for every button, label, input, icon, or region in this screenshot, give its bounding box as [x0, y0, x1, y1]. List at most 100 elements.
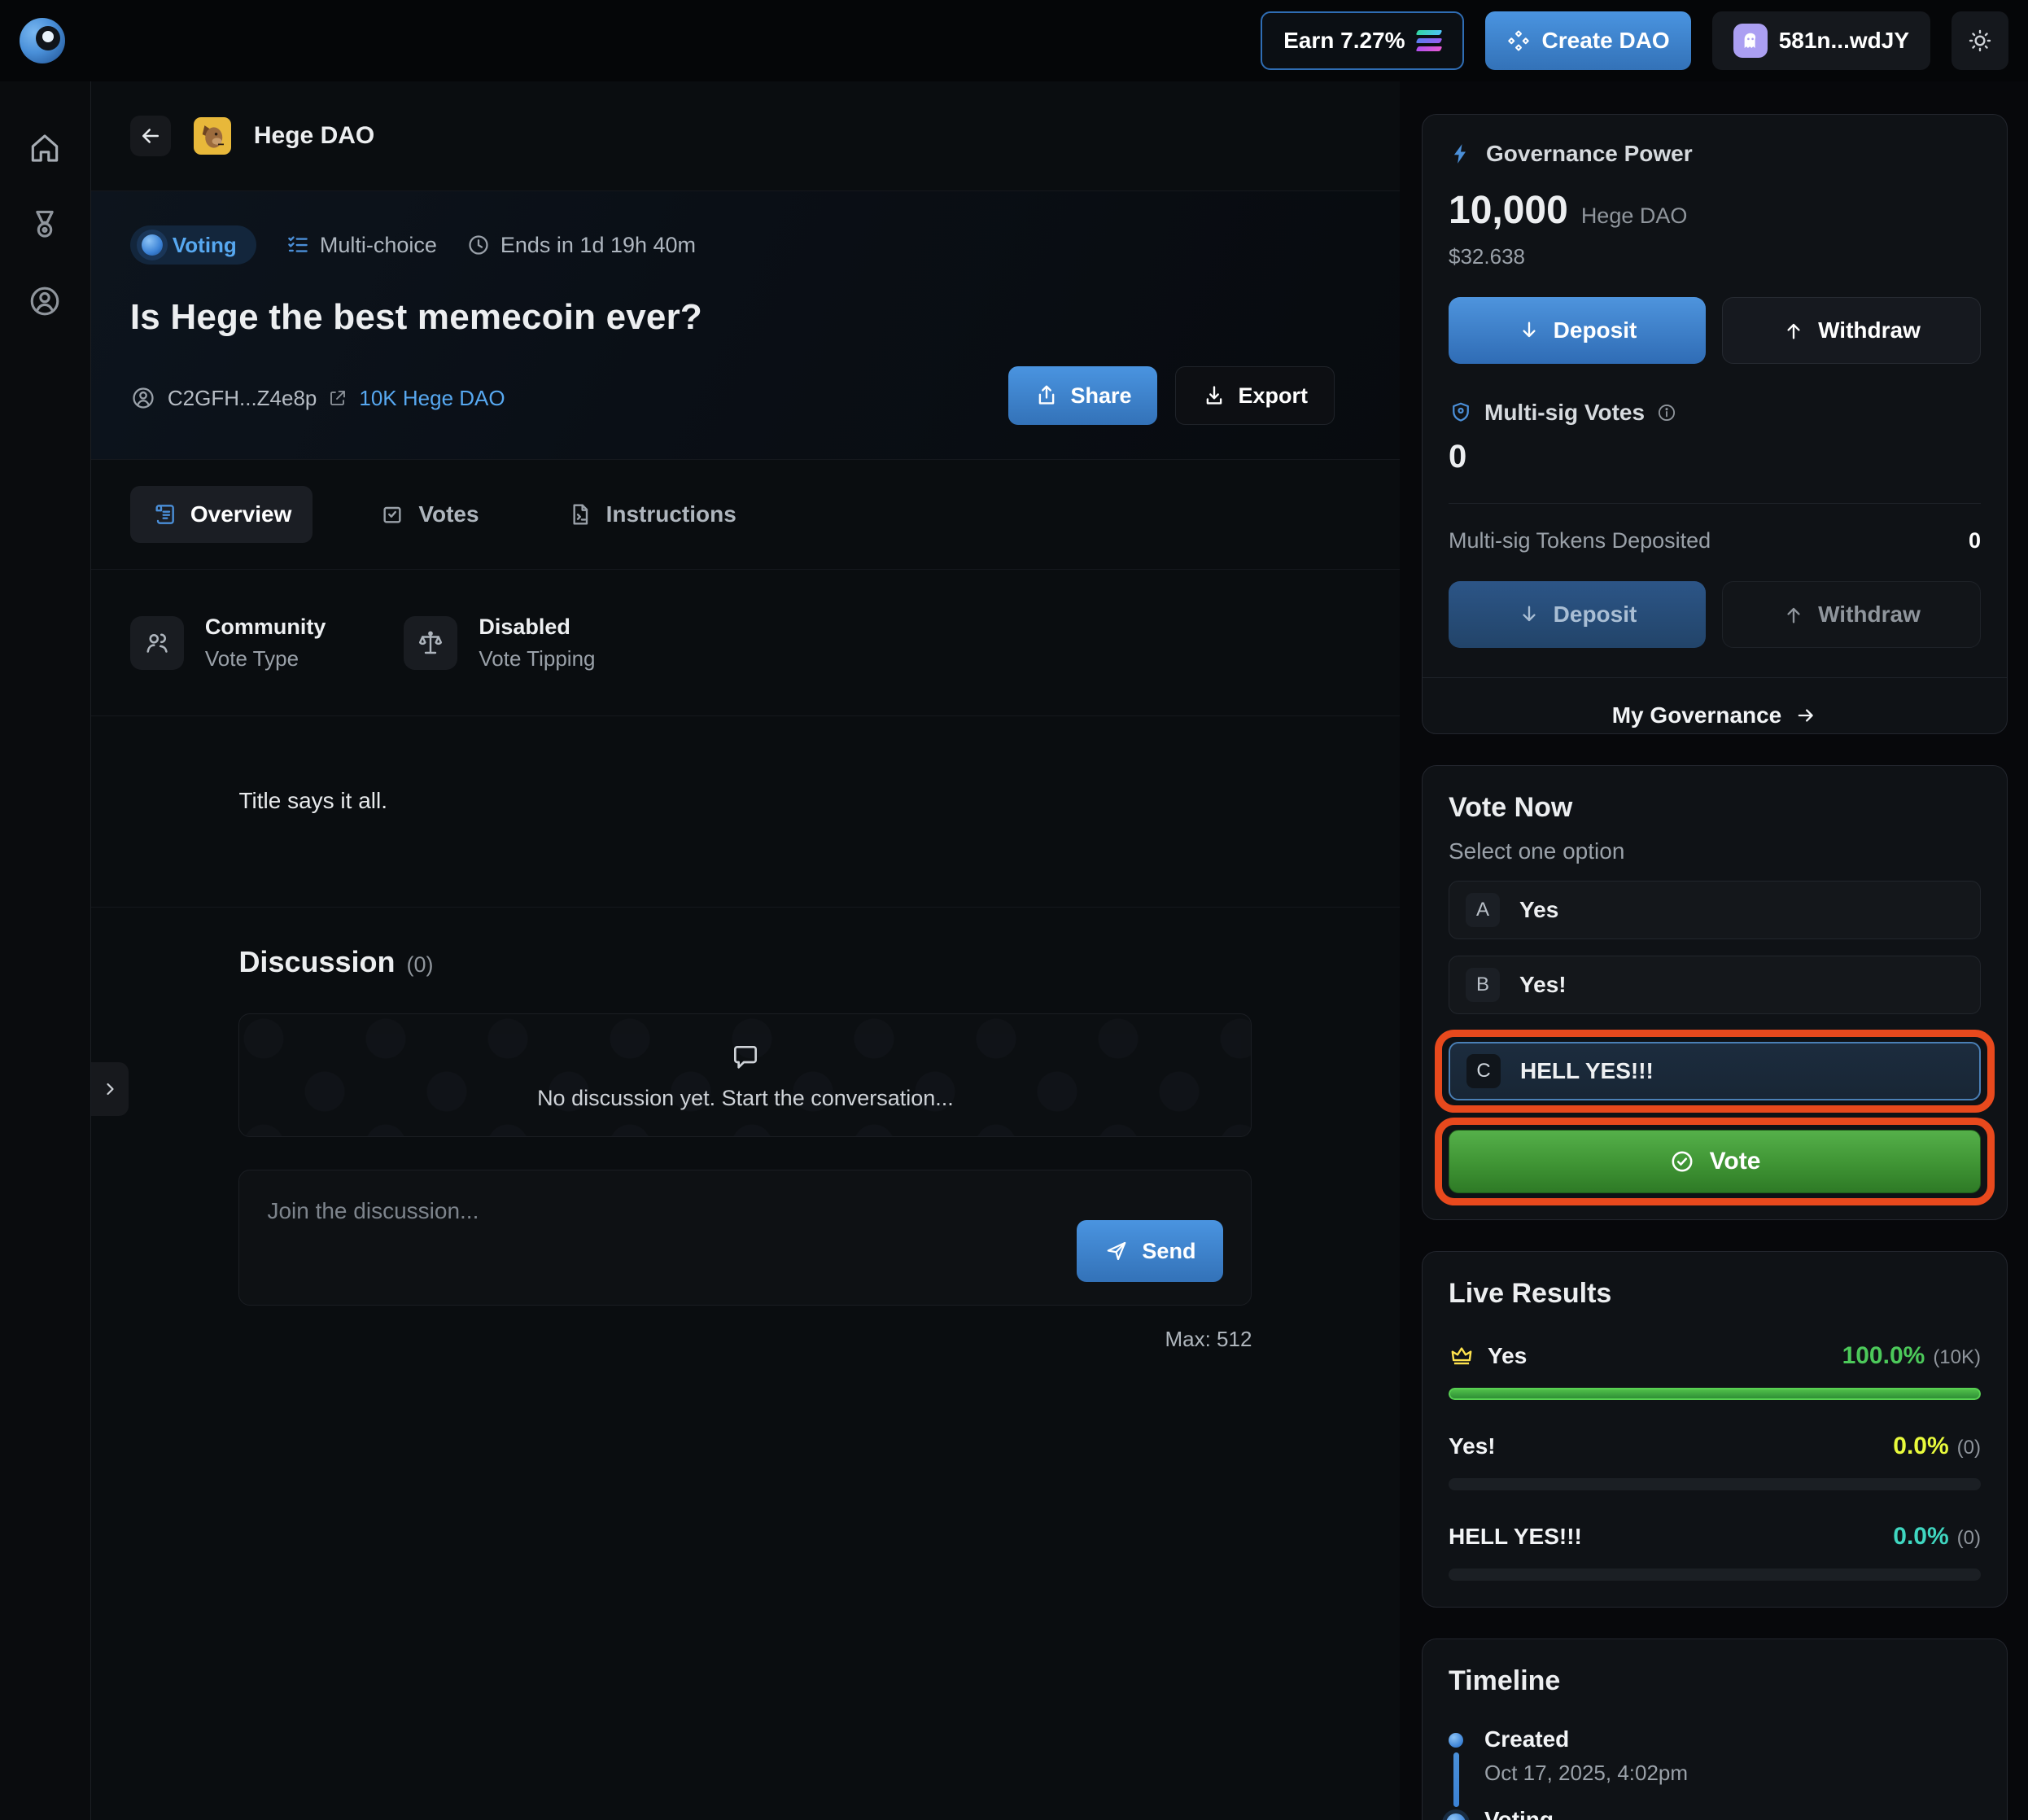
community-icon	[130, 616, 184, 670]
governance-token: Hege DAO	[1581, 203, 1688, 229]
create-dao-label: Create DAO	[1542, 28, 1670, 54]
wallet-button[interactable]: 581n...wdJY	[1712, 11, 1930, 70]
author-address[interactable]: C2GFH...Z4e8p	[168, 386, 317, 411]
profile-icon[interactable]	[27, 283, 63, 319]
solana-icon	[1417, 30, 1441, 51]
my-governance-link[interactable]: My Governance	[1423, 677, 2007, 733]
timeline-line	[1453, 1752, 1459, 1807]
result-percent: 0.0%	[1893, 1433, 1948, 1460]
dao-avatar[interactable]	[194, 117, 231, 155]
realms-logo[interactable]	[20, 18, 65, 63]
result-label: Yes!	[1449, 1433, 1496, 1459]
author-stake[interactable]: 10K Hege DAO	[359, 386, 505, 411]
tab-votes[interactable]: Votes	[358, 486, 500, 543]
arrow-up-icon	[1782, 603, 1805, 626]
arrow-up-icon	[1782, 319, 1805, 342]
result-bar-fill	[1449, 1478, 1452, 1490]
result-bar-track	[1449, 1388, 1981, 1400]
medal-icon[interactable]	[27, 207, 63, 243]
option-label: Yes	[1519, 897, 1558, 923]
ends-badge: Ends in 1d 19h 40m	[466, 233, 696, 258]
top-bar: Earn 7.27% Create DAO 581n...wdJY	[0, 0, 2028, 81]
chat-bubble-icon	[729, 1040, 762, 1073]
vote-type-badge: Multi-choice	[286, 233, 437, 258]
ballot-icon	[379, 501, 405, 527]
file-code-icon	[567, 501, 593, 527]
vote-now-card: Vote Now Select one option A Yes B Yes! …	[1422, 765, 2008, 1220]
shield-icon	[1449, 400, 1473, 425]
governance-amount: 10,000	[1449, 188, 1568, 233]
download-icon	[1202, 383, 1226, 408]
vote-button[interactable]: Vote	[1449, 1130, 1981, 1193]
theme-toggle-button[interactable]	[1952, 11, 2008, 70]
discussion-empty-state: No discussion yet. Start the conversatio…	[238, 1013, 1252, 1137]
tab-instructions-label: Instructions	[606, 501, 736, 527]
back-row: Hege DAO	[91, 81, 1400, 191]
governance-power-heading: Governance Power	[1486, 141, 1693, 167]
max-length-note: Max: 512	[238, 1327, 1252, 1352]
watermark-pattern	[239, 1014, 1251, 1136]
vote-tipping-value: Disabled	[479, 615, 595, 640]
proposal-header: Voting Multi-choice Ends in 1d 19h 40m	[91, 191, 1400, 460]
multisig-withdraw-button[interactable]: Withdraw	[1722, 581, 1981, 648]
vote-option-b[interactable]: B Yes!	[1449, 956, 1981, 1014]
info-icon[interactable]	[1656, 402, 1677, 423]
vote-type-caption: Vote Type	[205, 646, 326, 672]
vote-option-c-selected[interactable]: C HELL YES!!!	[1449, 1042, 1981, 1100]
check-circle-icon	[1669, 1148, 1695, 1175]
result-bar-fill	[1449, 1388, 1981, 1400]
back-button[interactable]	[130, 116, 171, 156]
result-bar-fill	[1449, 1568, 1452, 1581]
status-label: Voting	[173, 233, 237, 258]
right-sidebar: Governance Power 10,000 Hege DAO $32.638…	[1400, 81, 2028, 1820]
arrow-down-icon	[1518, 319, 1541, 342]
diamonds-icon	[1506, 28, 1531, 53]
earn-label: Earn 7.27%	[1283, 28, 1405, 54]
proposal-description: Title says it all.	[238, 716, 1252, 814]
multisig-withdraw-label: Withdraw	[1818, 602, 1921, 628]
tab-overview[interactable]: Overview	[130, 486, 313, 543]
share-icon	[1034, 383, 1059, 408]
lightning-icon	[1449, 142, 1473, 166]
sidebar-expand-button[interactable]	[91, 1062, 129, 1116]
vote-button-label: Vote	[1710, 1148, 1761, 1175]
tab-overview-label: Overview	[190, 501, 292, 527]
vote-now-subtitle: Select one option	[1449, 838, 1981, 864]
scale-icon	[404, 616, 457, 670]
withdraw-button[interactable]: Withdraw	[1722, 297, 1981, 364]
external-link-icon[interactable]	[328, 388, 347, 408]
create-dao-button[interactable]: Create DAO	[1485, 11, 1691, 70]
timeline-dot-icon	[1449, 1733, 1463, 1748]
timeline-event-title: Created	[1484, 1726, 1688, 1752]
tabs-row: Overview Votes Instructions	[91, 460, 1400, 570]
ends-label: Ends in 1d 19h 40m	[500, 233, 696, 258]
option-label: HELL YES!!!	[1520, 1058, 1654, 1084]
vote-option-a[interactable]: A Yes	[1449, 881, 1981, 939]
send-label: Send	[1142, 1239, 1195, 1264]
discussion-count: (0)	[407, 952, 434, 978]
multisig-tokens-value: 0	[1969, 528, 1981, 553]
option-label: Yes!	[1519, 972, 1567, 998]
author-avatar-icon	[130, 385, 156, 411]
send-button[interactable]: Send	[1077, 1220, 1223, 1282]
export-button[interactable]: Export	[1175, 366, 1335, 425]
vote-now-heading: Vote Now	[1449, 792, 1981, 824]
export-label: Export	[1238, 383, 1308, 409]
proposal-title: Is Hege the best memecoin ever?	[130, 297, 1361, 338]
phantom-wallet-icon	[1733, 24, 1768, 58]
wallet-address: 581n...wdJY	[1779, 28, 1909, 54]
live-results-heading: Live Results	[1449, 1278, 1981, 1310]
deposit-button[interactable]: Deposit	[1449, 297, 1706, 364]
discussion-empty-text: No discussion yet. Start the conversatio…	[537, 1086, 954, 1111]
result-bar-track	[1449, 1478, 1981, 1490]
result-label: HELL YES!!!	[1449, 1524, 1582, 1550]
timeline-event-title: Voting	[1484, 1807, 1688, 1820]
tab-votes-label: Votes	[418, 501, 479, 527]
tab-instructions[interactable]: Instructions	[546, 486, 758, 543]
earn-button[interactable]: Earn 7.27%	[1261, 11, 1463, 70]
home-icon[interactable]	[27, 130, 63, 166]
share-button[interactable]: Share	[1008, 366, 1157, 425]
timeline-event-voting: Voting Oct 17, 2025, 4:02pm	[1449, 1807, 1981, 1820]
discussion-input[interactable]	[267, 1198, 999, 1271]
multisig-deposit-button[interactable]: Deposit	[1449, 581, 1706, 648]
